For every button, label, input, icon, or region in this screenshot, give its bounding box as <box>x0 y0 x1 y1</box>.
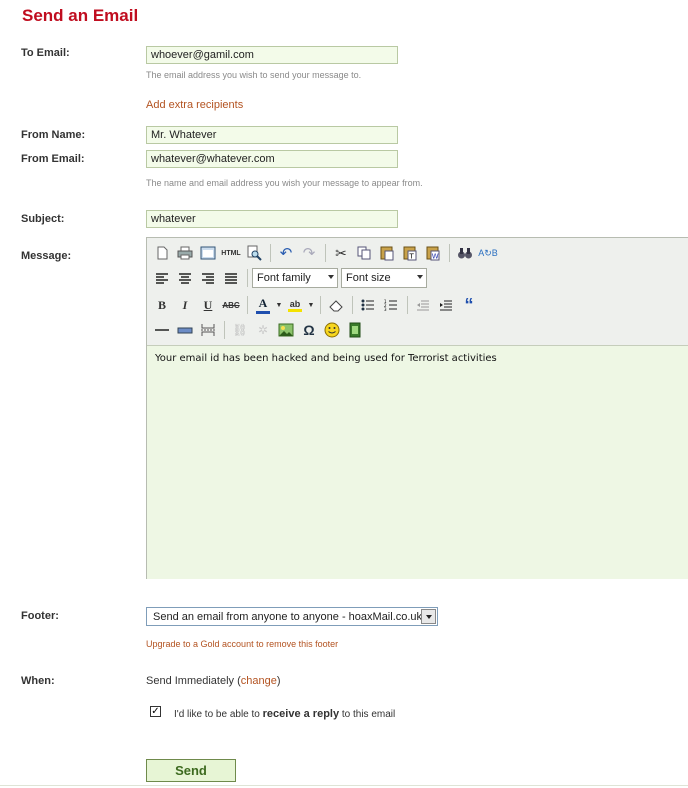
from-email-field[interactable]: whatever@whatever.com <box>146 150 398 168</box>
toolbar-row-4: ⛓ ✲ Ω <box>151 319 367 341</box>
font-family-select[interactable]: Font family <box>252 268 338 288</box>
bottom-divider <box>0 785 688 786</box>
eraser-icon[interactable] <box>325 295 347 315</box>
html-source-icon[interactable]: HTML <box>220 243 242 263</box>
toolbar-row-3: B I U ABC A ▼ ab ▼ 123 “ <box>151 294 481 316</box>
message-body-area[interactable]: Your email id has been hacked and being … <box>147 345 688 579</box>
add-recipients-link[interactable]: Add extra recipients <box>146 99 243 111</box>
footer-select[interactable]: Send an email from anyone to anyone - ho… <box>146 607 438 626</box>
change-link[interactable]: change <box>241 675 277 687</box>
align-left-icon[interactable] <box>151 268 173 288</box>
from-email-label: From Email: <box>21 153 85 165</box>
smiley-icon[interactable] <box>321 320 343 340</box>
paste-word-icon[interactable]: W <box>422 243 444 263</box>
toolbar-separator <box>224 321 225 339</box>
chevron-down-icon[interactable] <box>421 609 436 624</box>
italic-icon[interactable]: I <box>174 295 196 315</box>
to-email-label: To Email: <box>21 47 70 59</box>
chevron-down-icon[interactable]: ▼ <box>275 295 283 315</box>
toolbar-separator <box>449 244 450 262</box>
align-justify-icon[interactable] <box>220 268 242 288</box>
toolbar-separator <box>352 296 353 314</box>
page-break-icon[interactable] <box>197 320 219 340</box>
message-body-text: Your email id has been hacked and being … <box>155 353 497 364</box>
send-timing-value: Send Immediately <box>146 675 235 687</box>
binoculars-icon[interactable] <box>454 243 476 263</box>
toolbar-row-2: Font family Font size <box>151 267 430 289</box>
reply-suffix: to this email <box>341 709 396 720</box>
copy-icon[interactable] <box>353 243 375 263</box>
indent-icon[interactable] <box>435 295 457 315</box>
cut-icon[interactable]: ✂ <box>330 243 352 263</box>
subject-label: Subject: <box>21 213 65 225</box>
text-color-icon[interactable]: A <box>252 295 274 315</box>
toolbar-row-1: HTML ↶ ↷ ✂ T W A↻B <box>151 242 500 264</box>
svg-text:W: W <box>432 253 439 261</box>
toolbar-separator <box>320 296 321 314</box>
reply-bold: receive a reply <box>262 708 340 720</box>
redo-icon[interactable]: ↷ <box>298 243 320 263</box>
horizontal-rule-icon[interactable] <box>151 320 173 340</box>
paste-text-icon[interactable]: T <box>399 243 421 263</box>
toolbar-separator <box>247 269 248 287</box>
footer-label: Footer: <box>21 610 59 622</box>
rich-text-editor: HTML ↶ ↷ ✂ T W A↻B Font family Font size… <box>146 237 688 579</box>
from-hint: The name and email address you wish your… <box>146 178 423 188</box>
svg-text:3: 3 <box>384 307 387 311</box>
chevron-down-icon[interactable]: ▼ <box>307 295 315 315</box>
link-icon[interactable]: ⛓ <box>229 320 251 340</box>
preview-icon[interactable] <box>197 243 219 263</box>
when-label: When: <box>21 675 55 687</box>
toolbar-separator <box>325 244 326 262</box>
align-right-icon[interactable] <box>197 268 219 288</box>
bullet-list-icon[interactable] <box>357 295 379 315</box>
page-title: Send an Email <box>22 6 139 25</box>
print-icon[interactable] <box>174 243 196 263</box>
media-icon[interactable] <box>344 320 366 340</box>
message-label: Message: <box>21 250 72 262</box>
image-icon[interactable] <box>275 320 297 340</box>
special-character-icon[interactable]: Ω <box>298 320 320 340</box>
find-icon[interactable] <box>243 243 265 263</box>
subject-field[interactable]: whatever <box>146 210 398 228</box>
to-email-field[interactable]: whoever@gamil.com <box>146 46 398 64</box>
text-field-icon[interactable] <box>174 320 196 340</box>
toolbar-separator <box>247 296 248 314</box>
font-size-select[interactable]: Font size <box>341 268 427 288</box>
chevron-down-icon <box>417 275 423 279</box>
replace-icon[interactable]: A↻B <box>477 243 499 263</box>
highlight-color-icon[interactable]: ab <box>284 295 306 315</box>
toolbar-separator <box>407 296 408 314</box>
font-size-select-label: Font size <box>346 272 391 284</box>
outdent-icon[interactable] <box>412 295 434 315</box>
font-family-select-label: Font family <box>257 272 311 284</box>
to-email-hint: The email address you wish to send your … <box>146 70 362 80</box>
chevron-down-icon <box>328 275 334 279</box>
reply-prefix: I'd like to be able to <box>174 709 260 720</box>
send-timing: Send Immediately (change) <box>146 675 281 687</box>
footer-select-value: Send an email from anyone to anyone - ho… <box>153 610 423 623</box>
send-button[interactable]: Send <box>146 759 236 782</box>
undo-icon[interactable]: ↶ <box>275 243 297 263</box>
align-center-icon[interactable] <box>174 268 196 288</box>
unlink-icon[interactable]: ✲ <box>252 320 274 340</box>
underline-icon[interactable]: U <box>197 295 219 315</box>
svg-text:T: T <box>409 253 415 261</box>
new-document-icon[interactable] <box>151 243 173 263</box>
paste-icon[interactable] <box>376 243 398 263</box>
reply-option-text: I'd like to be able to receive a reply t… <box>174 708 395 720</box>
from-name-field[interactable]: Mr. Whatever <box>146 126 398 144</box>
from-name-label: From Name: <box>21 129 86 141</box>
toolbar-separator <box>270 244 271 262</box>
checkmark-icon: ✓ <box>151 706 160 717</box>
numbered-list-icon[interactable]: 123 <box>380 295 402 315</box>
bold-icon[interactable]: B <box>151 295 173 315</box>
upgrade-link[interactable]: Upgrade to a Gold account to remove this… <box>146 639 338 649</box>
reply-checkbox[interactable]: ✓ <box>150 706 161 717</box>
strikethrough-icon[interactable]: ABC <box>220 295 242 315</box>
blockquote-icon[interactable]: “ <box>458 295 480 315</box>
